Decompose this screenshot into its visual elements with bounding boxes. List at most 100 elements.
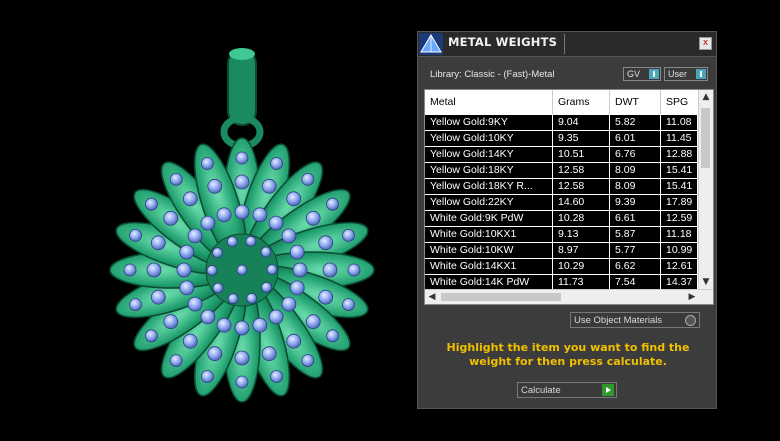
table-row[interactable]: Yellow Gold:18KY R... 12.58 8.09 15.41 (425, 179, 697, 195)
table-row[interactable]: White Gold:9K PdW 10.28 6.61 12.59 (425, 211, 697, 227)
dwt-cell: 5.77 (610, 243, 661, 258)
table-row[interactable]: Yellow Gold:9KY 9.04 5.82 11.08 (425, 115, 697, 131)
spg-cell: 11.08 (661, 115, 697, 130)
spg-cell: 12.61 (661, 259, 697, 274)
gem-stone (163, 210, 179, 226)
gem-stone (261, 281, 272, 293)
radio-icon[interactable] (685, 315, 696, 326)
3d-viewport[interactable] (0, 0, 410, 441)
gem-stone (252, 317, 268, 333)
gem-stone (201, 370, 214, 383)
metal-cell: Yellow Gold:22KY (425, 195, 553, 210)
gem-stone (123, 263, 137, 277)
title-divider (564, 34, 565, 54)
scroll-down-icon[interactable]: ▼ (699, 275, 713, 289)
column-header-metal[interactable]: Metal (425, 90, 553, 114)
gem-stone (292, 262, 308, 278)
use-object-materials-option[interactable]: Use Object Materials (570, 312, 700, 328)
table-row[interactable]: Yellow Gold:14KY 10.51 6.76 12.88 (425, 147, 697, 163)
gem-stone (260, 246, 272, 258)
gv-toggle-label: GV (627, 69, 641, 79)
metal-cell: White Gold:14KX1 (425, 259, 553, 274)
metal-cell: White Gold:10KX1 (425, 227, 553, 242)
gem-stone (270, 157, 284, 170)
gem-stone (261, 178, 277, 194)
calculate-button[interactable]: Calculate (517, 382, 617, 398)
grams-cell: 10.29 (553, 259, 610, 274)
dwt-cell: 5.87 (610, 227, 661, 242)
grams-cell: 10.28 (553, 211, 610, 226)
dwt-cell: 8.09 (610, 179, 661, 194)
gem-stone (227, 293, 239, 305)
scroll-left-icon[interactable]: ◀ (425, 290, 439, 304)
grams-cell: 14.60 (553, 195, 610, 210)
table-row[interactable]: White Gold:14KX1 10.29 6.62 12.61 (425, 259, 697, 275)
gem-stone (200, 215, 216, 231)
gem-stone (179, 280, 195, 296)
close-button[interactable]: x (699, 37, 712, 50)
gem-stone (234, 204, 250, 220)
table-row[interactable]: White Gold:10KX1 9.13 5.87 11.18 (425, 227, 697, 243)
gem-stone (216, 207, 232, 223)
toggle-indicator-icon (696, 69, 706, 79)
horizontal-scroll-thumb[interactable] (441, 293, 561, 301)
gem-stone (286, 333, 302, 349)
gem-stone (201, 157, 214, 170)
column-header-spg[interactable]: SPG (661, 90, 701, 114)
gem-stone (129, 298, 142, 312)
gem-stone (261, 346, 277, 362)
gem-stone (305, 314, 321, 330)
gem-stone (129, 228, 142, 242)
gem-stone (212, 247, 223, 259)
spg-cell: 15.41 (661, 179, 697, 194)
table-row[interactable]: Yellow Gold:22KY 14.60 9.39 17.89 (425, 195, 697, 211)
gem-stone (150, 235, 166, 251)
gem-stone (235, 151, 249, 165)
table-row[interactable]: Yellow Gold:10KY 9.35 6.01 11.45 (425, 131, 697, 147)
gem-stone (318, 289, 334, 305)
grams-cell: 12.58 (553, 163, 610, 178)
column-header-dwt[interactable]: DWT (610, 90, 661, 114)
grams-cell: 10.51 (553, 147, 610, 162)
metal-cell: Yellow Gold:18KY (425, 163, 553, 178)
gem-stone (236, 264, 248, 276)
horizontal-scrollbar[interactable]: ◀ ▶ (425, 289, 713, 304)
gem-stone (301, 354, 315, 368)
gem-stone (200, 309, 216, 325)
grams-cell: 9.13 (553, 227, 610, 242)
gem-stone (281, 296, 297, 312)
gem-stone (207, 178, 223, 194)
table-row[interactable]: White Gold:10KW 8.97 5.77 10.99 (425, 243, 697, 259)
pyramid-logo-icon (419, 33, 443, 55)
gem-stone (289, 244, 305, 260)
user-toggle[interactable]: User (664, 67, 708, 81)
metal-cell: Yellow Gold:10KY (425, 131, 553, 146)
gem-stone (342, 298, 355, 312)
table-row[interactable]: Yellow Gold:18KY 12.58 8.09 15.41 (425, 163, 697, 179)
metal-cell: White Gold:10KW (425, 243, 553, 258)
gem-stone (266, 264, 278, 276)
column-header-grams[interactable]: Grams (553, 90, 610, 114)
scroll-right-icon[interactable]: ▶ (685, 290, 699, 304)
spg-cell: 14.37 (661, 275, 697, 290)
scroll-up-icon[interactable]: ▲ (699, 90, 713, 104)
gem-stone (268, 309, 284, 325)
table-header: Metal Grams DWT SPG (425, 90, 701, 114)
library-label: Library: Classic - (Fast)-Metal (430, 69, 555, 80)
vertical-scrollbar[interactable]: ▲ ▼ (698, 90, 713, 289)
panel-title: METAL WEIGHTS (448, 35, 558, 49)
vertical-scroll-thumb[interactable] (701, 108, 710, 168)
gem-stone (342, 228, 355, 242)
toggle-indicator-icon (649, 69, 659, 79)
gem-stone (146, 262, 162, 278)
gv-toggle[interactable]: GV (623, 67, 661, 81)
grams-cell: 9.35 (553, 131, 610, 146)
instructions-text: Highlight the item you want to find the … (446, 341, 690, 368)
grams-cell: 8.97 (553, 243, 610, 258)
metal-cell: Yellow Gold:14KY (425, 147, 553, 162)
use-object-materials-label: Use Object Materials (574, 315, 663, 326)
gem-stone (187, 296, 203, 312)
metal-table: Metal Grams DWT SPG Yellow Gold:9KY 9.04 5… (424, 89, 714, 305)
gem-stone (268, 215, 284, 231)
gem-stone (286, 191, 302, 207)
